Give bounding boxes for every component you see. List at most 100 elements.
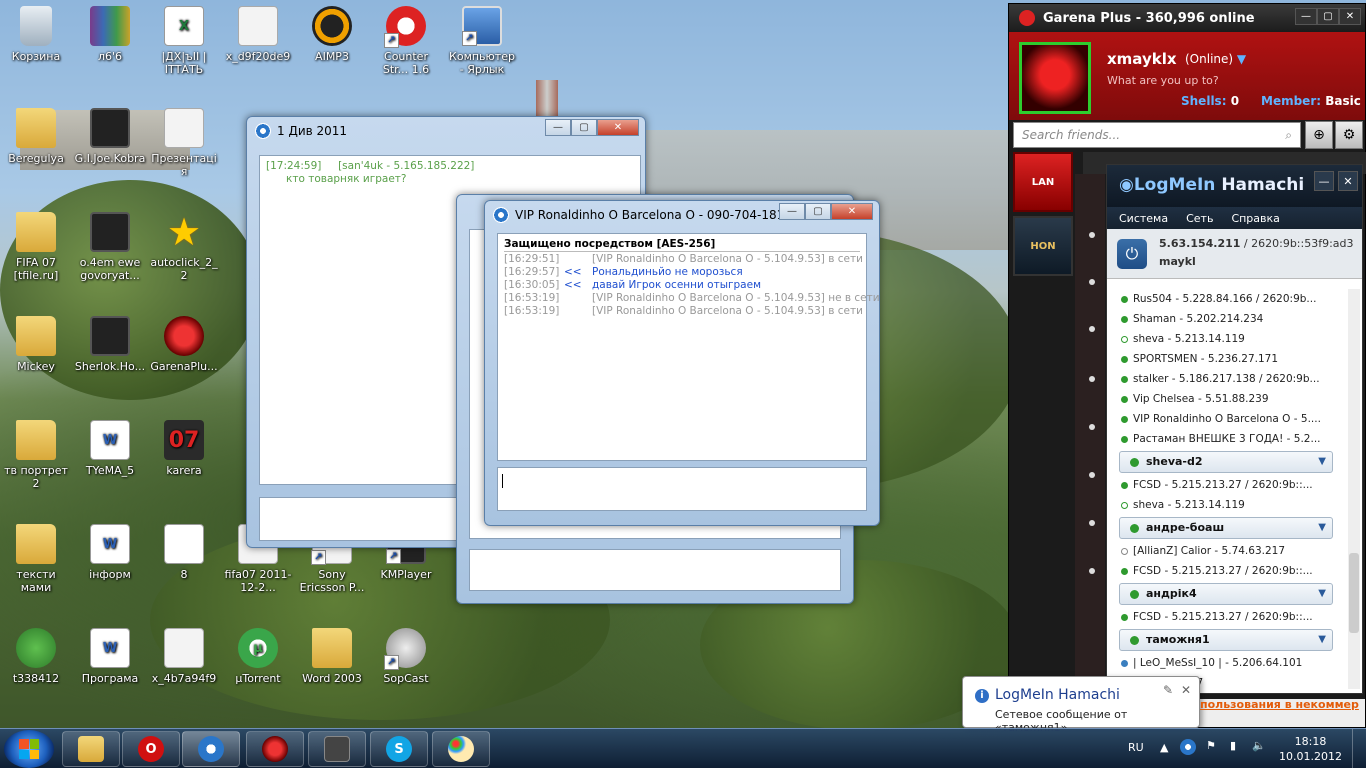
desktop-icon[interactable]: Mickey bbox=[0, 316, 72, 373]
peer-row[interactable]: Растаман ВНЕШКЕ 3 ГОДА! - 5.2... bbox=[1107, 429, 1349, 449]
desktop-icon[interactable]: Counter Str... 1.6 bbox=[370, 6, 442, 76]
desktop-icon[interactable]: Sherlok.Ho... bbox=[74, 316, 146, 373]
desktop-icon[interactable]: ★ autoclick_2_2 bbox=[148, 212, 220, 283]
peer-row[interactable]: FCSD - 5.215.213.27 / 2620:9b::... bbox=[1107, 561, 1349, 581]
chevron-down-icon[interactable]: ▼ bbox=[1318, 518, 1326, 538]
hamachi-window[interactable]: ◉LogMeIn Hamachi — ✕ Система Сеть Справк… bbox=[1106, 164, 1363, 694]
desktop-icon[interactable]: Корзина bbox=[0, 6, 72, 63]
show-hidden-icons[interactable]: ▲ bbox=[1160, 741, 1168, 754]
avatar[interactable] bbox=[1019, 42, 1091, 114]
network-group[interactable]: андре-боаш ▼ bbox=[1119, 517, 1333, 539]
network-group[interactable]: андрiк4 ▼ bbox=[1119, 583, 1333, 605]
language-indicator[interactable]: RU bbox=[1128, 741, 1144, 754]
taskbar-hamachi[interactable] bbox=[182, 731, 240, 767]
hamachi-tray-icon[interactable] bbox=[1180, 739, 1196, 755]
peer-row[interactable]: Vip Chelsea - 5.51.88.239 bbox=[1107, 389, 1349, 409]
desktop-icon[interactable]: x_4b7a94f9 bbox=[148, 628, 220, 685]
power-button[interactable]: ⏻ bbox=[1117, 239, 1147, 269]
chat-window-background-input[interactable] bbox=[469, 549, 841, 591]
taskbar-garena[interactable] bbox=[246, 731, 304, 767]
desktop-icon[interactable]: GarenaPlu... bbox=[148, 316, 220, 373]
garena-close-button[interactable]: ✕ bbox=[1339, 8, 1361, 25]
garena-maximize-button[interactable]: ▢ bbox=[1317, 8, 1339, 25]
scrollbar-thumb[interactable] bbox=[1349, 553, 1359, 633]
desktop-icon[interactable]: Wінформ bbox=[74, 524, 146, 581]
desktop-icon[interactable]: o.4em ewe govoryat... bbox=[74, 212, 146, 282]
peer-row[interactable]: [AllianZ] Calior - 5.74.63.217 bbox=[1107, 541, 1349, 561]
start-button[interactable] bbox=[4, 730, 54, 768]
power-icon[interactable]: ▮ bbox=[1230, 739, 1236, 752]
desktop-icon[interactable]: AIMP3 bbox=[296, 6, 368, 63]
add-friend-button[interactable]: ⊕ bbox=[1305, 121, 1333, 149]
minimize-button[interactable]: — bbox=[545, 119, 571, 136]
peer-row[interactable]: Rus504 - 5.228.84.166 / 2620:9b... bbox=[1107, 289, 1349, 309]
taskbar-game[interactable] bbox=[308, 731, 366, 767]
menu-help[interactable]: Справка bbox=[1231, 212, 1279, 225]
desktop-icon[interactable]: FIFA 07 [tfile.ru] bbox=[0, 212, 72, 282]
network-list[interactable]: Rus504 - 5.228.84.166 / 2620:9b... Shaman… bbox=[1107, 289, 1349, 689]
menu-network[interactable]: Сеть bbox=[1186, 212, 1213, 225]
maximize-button[interactable]: ▢ bbox=[805, 203, 831, 220]
promo-link[interactable]: пользования в некоммер bbox=[1200, 698, 1359, 711]
show-desktop-button[interactable] bbox=[1352, 729, 1366, 768]
settings-button[interactable]: ⚙ bbox=[1335, 121, 1363, 149]
desktop-icon[interactable]: Word 2003 bbox=[296, 628, 368, 685]
desktop-icon[interactable]: 07 karera bbox=[148, 420, 220, 477]
hamachi-titlebar[interactable]: ◉LogMeIn Hamachi — ✕ bbox=[1107, 165, 1362, 207]
chevron-down-icon[interactable]: ▼ bbox=[1318, 452, 1326, 472]
desktop-icon[interactable]: X |ДХ|ъII |ІТТАТЬ bbox=[148, 6, 220, 76]
desktop-icon[interactable]: тв портрет 2 bbox=[0, 420, 72, 490]
clock[interactable]: 18:18 10.01.2012 bbox=[1279, 734, 1342, 764]
chat-window-2-input[interactable] bbox=[497, 467, 867, 511]
desktop-icon[interactable]: SopCast bbox=[370, 628, 442, 685]
taskbar-paint[interactable] bbox=[432, 731, 490, 767]
peer-row[interactable]: FCSD - 5.215.213.27 / 2620:9b::... bbox=[1107, 607, 1349, 627]
peer-row[interactable]: VIP Ronaldinho O Barcelona O - 5.... bbox=[1107, 409, 1349, 429]
desktop-icon[interactable]: Beregulya bbox=[0, 108, 72, 165]
close-button[interactable]: ✕ bbox=[597, 119, 639, 136]
menu-system[interactable]: Система bbox=[1119, 212, 1168, 225]
garena-status-prompt[interactable]: What are you up to? bbox=[1107, 74, 1219, 87]
desktop-icon[interactable]: µ µTorrent bbox=[222, 628, 294, 685]
garena-minimize-button[interactable]: — bbox=[1295, 8, 1317, 25]
desktop-icon[interactable]: л6'6 bbox=[74, 6, 146, 63]
peer-row[interactable]: sheva - 5.213.14.119 bbox=[1107, 329, 1349, 349]
close-button[interactable]: ✕ bbox=[831, 203, 873, 220]
desktop-icon[interactable]: t338412 bbox=[0, 628, 72, 685]
hamachi-minimize-button[interactable]: — bbox=[1314, 171, 1334, 191]
search-friends-input[interactable]: Search friends... ⌕ bbox=[1013, 122, 1301, 148]
network-group[interactable]: таможня1 ▼ bbox=[1119, 629, 1333, 651]
wrench-icon[interactable]: ✎ bbox=[1163, 683, 1173, 697]
maximize-button[interactable]: ▢ bbox=[571, 119, 597, 136]
desktop-icon[interactable]: W Програма bbox=[74, 628, 146, 685]
desktop-icon[interactable]: Презентація bbox=[148, 108, 220, 178]
scrollbar[interactable] bbox=[1348, 289, 1360, 689]
close-icon[interactable]: ✕ bbox=[1181, 683, 1191, 697]
hon-button[interactable]: HON bbox=[1013, 216, 1073, 276]
taskbar-skype[interactable]: S bbox=[370, 731, 428, 767]
desktop-icon[interactable]: 8 bbox=[148, 524, 220, 581]
peer-row[interactable]: FCSD - 5.215.213.27 / 2620:9b::... bbox=[1107, 475, 1349, 495]
lan-button[interactable]: LAN bbox=[1013, 152, 1073, 212]
flag-icon[interactable]: ⚑ bbox=[1206, 739, 1216, 752]
minimize-button[interactable]: — bbox=[779, 203, 805, 220]
desktop-icon[interactable]: G.I.Joe.Kobra bbox=[74, 108, 146, 165]
hamachi-close-button[interactable]: ✕ bbox=[1338, 171, 1358, 191]
desktop-icon[interactable]: x_d9f20de9 bbox=[222, 6, 294, 63]
chevron-down-icon[interactable]: ▼ bbox=[1318, 584, 1326, 604]
taskbar-explorer[interactable] bbox=[62, 731, 120, 767]
desktop-icon[interactable]: Компьютер - Ярлык bbox=[446, 6, 518, 76]
desktop-icon[interactable]: W TYeMA_5 bbox=[74, 420, 146, 477]
network-group[interactable]: sheva-d2 ▼ bbox=[1119, 451, 1333, 473]
peer-row[interactable]: Shaman - 5.202.214.234 bbox=[1107, 309, 1349, 329]
peer-row[interactable]: sheva - 5.213.14.119 bbox=[1107, 495, 1349, 515]
chevron-down-icon[interactable]: ▼ bbox=[1318, 630, 1326, 650]
taskbar-opera[interactable]: O bbox=[122, 731, 180, 767]
peer-row[interactable]: SPORTSMEN - 5.236.27.171 bbox=[1107, 349, 1349, 369]
hamachi-notification[interactable]: i LogMeIn Hamachi ✎ ✕ Сетевое сообщение … bbox=[962, 676, 1200, 734]
desktop-icon[interactable]: тексти мами bbox=[0, 524, 72, 594]
peer-row[interactable]: | LeO_MeSsI_10 | - 5.206.64.101 bbox=[1107, 653, 1349, 673]
volume-icon[interactable]: 🔈 bbox=[1252, 739, 1266, 752]
chat-window-2[interactable]: VIP Ronaldinho O Barcelona O - 090-704-1… bbox=[484, 200, 880, 526]
garena-status-dropdown[interactable]: (Online) ▼ bbox=[1185, 52, 1246, 66]
